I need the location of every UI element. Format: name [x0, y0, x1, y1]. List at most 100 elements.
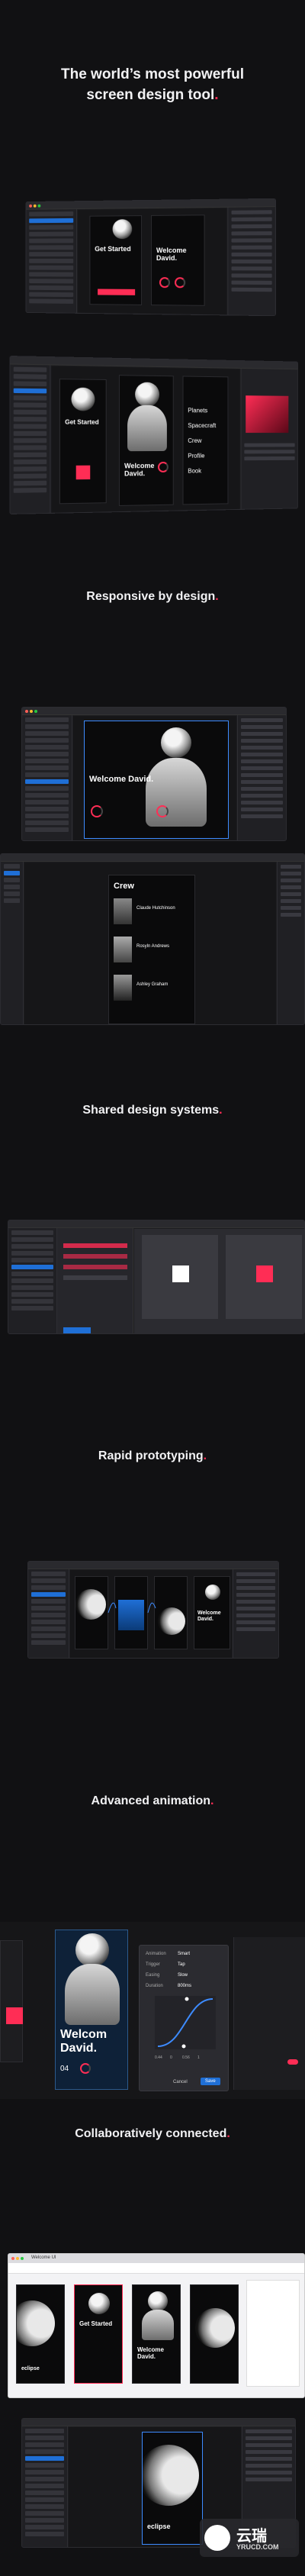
crew-name[interactable]: Rosyln Andrews [136, 944, 190, 949]
minimize-icon[interactable] [16, 2257, 19, 2260]
minimize-icon[interactable] [30, 710, 33, 713]
close-icon[interactable] [29, 204, 32, 208]
design-canvas[interactable]: Welcome David. [73, 716, 236, 840]
inspector-panel[interactable] [277, 862, 304, 1024]
inspector-panel[interactable] [227, 207, 275, 316]
next-button[interactable] [6, 2007, 23, 2024]
curve-value[interactable]: 0.56 [182, 2055, 190, 2060]
symbol-compare-canvas[interactable] [134, 1229, 304, 1333]
artboard-get-started[interactable]: Get Started [74, 2284, 123, 2384]
design-canvas[interactable]: Welcome David. [70, 1570, 232, 1658]
get-started-button[interactable] [98, 289, 136, 295]
section-title-design-systems: Shared design systems. [82, 1104, 223, 1117]
menu-profile[interactable]: Profile [188, 453, 204, 459]
easing-select[interactable]: Slow [178, 1973, 188, 1978]
toggle-switch[interactable] [287, 2059, 298, 2065]
symbol-before[interactable] [142, 1235, 218, 1319]
artboard-welcome-blue[interactable]: Welcom David. 04 [55, 1930, 128, 2090]
astronaut-image [112, 219, 133, 240]
section-title-collab: Collaboratively connected. [75, 2127, 230, 2140]
curve-value[interactable]: 1 [197, 2055, 200, 2060]
artboard-moon[interactable] [190, 2284, 239, 2384]
menu-planets[interactable]: Planets [188, 407, 207, 414]
animation-showcase: Welcom David. 04 Animation Smart Trigger… [0, 1922, 305, 2099]
minimize-icon[interactable] [33, 204, 37, 208]
astronaut-image [75, 1933, 109, 1967]
crew-photo [114, 975, 132, 1001]
curve-value[interactable]: 0 [170, 2055, 172, 2060]
astronaut-image [71, 387, 95, 411]
design-canvas[interactable]: Get Started Welcome David. [77, 208, 227, 315]
assets-panel[interactable] [8, 1228, 57, 1333]
crew-photo [114, 898, 132, 924]
watermark-cn: 云瑞 [236, 2528, 267, 2545]
get-started-title: Get Started [65, 418, 99, 426]
layers-panel[interactable] [26, 209, 78, 313]
hero-line-1: The world’s most powerful [61, 66, 244, 82]
menu-crew[interactable]: Crew [188, 437, 201, 444]
duration-field[interactable]: 800ms [178, 1984, 191, 1988]
maximize-icon[interactable] [34, 710, 37, 713]
layers-panel[interactable] [28, 1569, 69, 1658]
field-label: Duration [146, 1984, 163, 1988]
browser-tabbar: Welcome UI [8, 2254, 304, 2263]
inspector-panel[interactable] [233, 1937, 305, 2090]
color-gradient[interactable] [246, 395, 289, 434]
get-started-title: Get Started [79, 2320, 113, 2327]
artboard-welcome[interactable]: Welcome David. [150, 214, 205, 306]
close-icon[interactable] [25, 710, 28, 713]
inspector-panel[interactable] [237, 715, 286, 840]
trigger-select[interactable]: Tap [178, 1962, 185, 1967]
layers-panel[interactable] [1, 862, 24, 1024]
title-bar [28, 1562, 278, 1569]
design-canvas[interactable]: Crew Claude Hutchinson Rosyln Andrews As… [24, 862, 276, 1024]
browser-tab[interactable]: Welcome UI [31, 2255, 56, 2260]
progress-ring [175, 277, 186, 289]
editor-window-crew: Crew Claude Hutchinson Rosyln Andrews As… [0, 853, 305, 1025]
title-bar [22, 708, 286, 715]
artboard-eclipse[interactable]: eclipse [142, 2432, 203, 2545]
editor-window-hero-2: Get Started Welcome David. Planets Space… [9, 356, 299, 514]
watermark-url: YRUCD.COM [236, 2543, 279, 2551]
menu-book[interactable]: Book [188, 468, 201, 475]
library-panel[interactable] [57, 1228, 133, 1333]
artboard-welcome[interactable]: Welcome David. [132, 2284, 181, 2384]
editor-window-prototype: Welcome David. [27, 1561, 279, 1659]
prototype-panel[interactable] [233, 1569, 278, 1658]
crew-photo [114, 937, 132, 962]
artboard-welcome-wide[interactable]: Welcome David. [84, 721, 229, 839]
layers-panel[interactable] [22, 2426, 68, 2547]
artboard-menu[interactable]: Planets Spacecraft Crew Profile Book [182, 376, 229, 505]
design-canvas[interactable]: Get Started Welcome David. Planets Space… [51, 366, 240, 513]
animation-type-select[interactable]: Smart [178, 1952, 190, 1956]
cloud-icon [204, 2525, 230, 2551]
eclipse-title: eclipse [147, 2523, 171, 2530]
menu-spacecraft[interactable]: Spacecraft [188, 422, 216, 429]
artboard-crew[interactable]: Crew Claude Hutchinson Rosyln Andrews As… [108, 875, 195, 1024]
left-panel-edge [0, 1940, 23, 2062]
comments-panel[interactable] [246, 2280, 300, 2387]
close-icon[interactable] [11, 2257, 14, 2260]
cancel-button[interactable]: Cancel [173, 2080, 188, 2084]
crew-name[interactable]: Ashley Graham [136, 982, 190, 987]
artboard-eclipse[interactable]: eclipse [16, 2284, 65, 2384]
moon-image [195, 2308, 235, 2348]
artboard-welcome[interactable]: Welcome David. [118, 375, 174, 506]
easing-curve[interactable] [155, 1996, 216, 2049]
progress-ring [159, 277, 170, 289]
layers-panel[interactable] [10, 364, 51, 514]
maximize-icon[interactable] [37, 204, 41, 208]
save-button[interactable]: Save [201, 2078, 220, 2085]
update-button[interactable] [63, 1327, 91, 1333]
layers-panel[interactable] [22, 715, 72, 840]
next-button[interactable] [75, 465, 91, 480]
curve-value[interactable]: 0.44 [155, 2055, 162, 2060]
progress-ring [91, 805, 103, 817]
artboard-get-started[interactable]: Get Started [89, 215, 143, 305]
color-picker-panel[interactable] [240, 368, 298, 509]
astronaut-suit [127, 405, 167, 452]
maximize-icon[interactable] [21, 2257, 24, 2260]
crew-name[interactable]: Claude Hutchinson [136, 906, 190, 911]
symbol-after[interactable] [226, 1235, 302, 1319]
artboard-get-started[interactable]: Get Started [59, 379, 107, 505]
